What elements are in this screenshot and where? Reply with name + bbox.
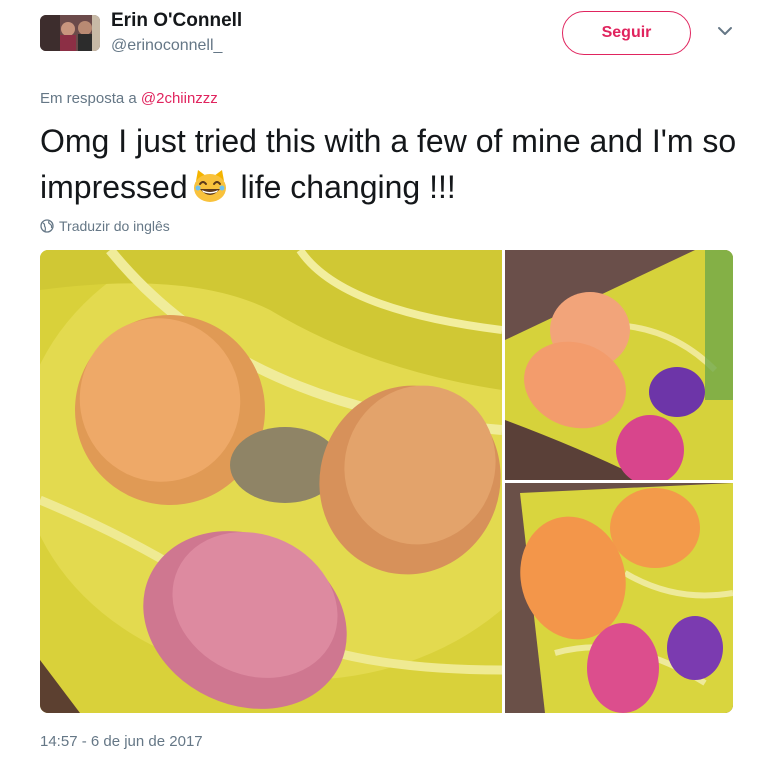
tweet-timestamp[interactable]: 14:57 - 6 de jun de 2017 [40,733,203,750]
reply-context: Em resposta a @2chiinzzz [40,90,218,107]
translate-label[interactable]: Traduzir do inglês [59,218,170,234]
media-gallery [40,250,733,713]
tweet-text: Omg I just tried this with a few of mine… [40,118,740,210]
photo-sponges-bottom-right[interactable] [505,483,733,713]
translate-link[interactable]: Traduzir do inglês [40,218,170,234]
user-handle[interactable]: @erinoconnell_ [111,37,222,55]
reply-prefix: Em resposta a [40,90,137,107]
globe-icon [40,219,54,233]
laughing-cat-emoji-icon [191,167,229,205]
user-display-name[interactable]: Erin O'Connell [111,10,242,32]
avatar[interactable] [40,15,100,51]
photo-sponges-top-right[interactable] [505,250,733,480]
tweet-text-part2: life changing !!! [231,169,456,205]
photo-sponges-large[interactable] [40,250,502,713]
follow-button[interactable]: Seguir [562,11,691,55]
chevron-down-icon[interactable] [715,24,735,38]
reply-mention-link[interactable]: @2chiinzzz [141,90,218,107]
